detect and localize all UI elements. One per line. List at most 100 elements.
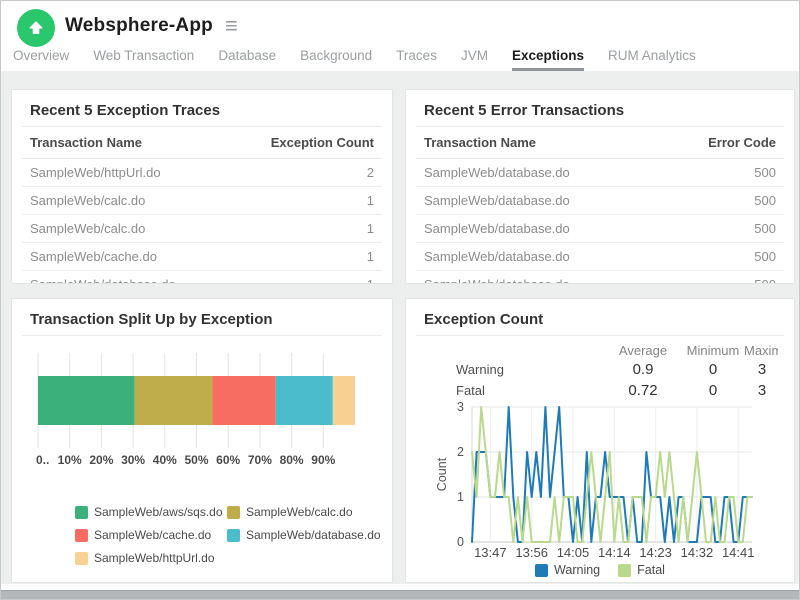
table-row: SampleWeb/httpUrl.do2	[22, 159, 382, 187]
value-cell: 1	[367, 277, 374, 284]
exception-count-line-chart: 012313:4713:5614:0514:1414:2314:3214:41C…	[406, 394, 795, 562]
tab-background[interactable]: Background	[300, 48, 372, 71]
svg-text:20%: 20%	[89, 453, 113, 467]
legend-item[interactable]: SampleWeb/database.do	[227, 528, 381, 542]
tab-jvm[interactable]: JVM	[461, 48, 488, 71]
legend-item[interactable]: SampleWeb/calc.do	[227, 505, 381, 519]
tab-traces[interactable]: Traces	[396, 48, 437, 71]
legend-swatch-icon	[227, 529, 240, 542]
svg-text:10%: 10%	[58, 453, 82, 467]
svg-text:80%: 80%	[280, 453, 304, 467]
value-cell: 500	[754, 165, 776, 180]
panel-title: Transaction Split Up by Exception	[22, 307, 382, 336]
exception-count-stats: Average Minimum Maximum Warning 0.9 0 3 …	[424, 340, 778, 401]
transaction-name-cell: SampleWeb/database.do	[424, 221, 570, 236]
up-arrow-icon	[25, 17, 47, 39]
value-cell: 2	[367, 165, 374, 180]
tab-rum-analytics[interactable]: RUM Analytics	[608, 48, 696, 71]
legend-item[interactable]: SampleWeb/cache.do	[75, 528, 227, 542]
panel-title: Recent 5 Error Transactions	[416, 98, 784, 127]
legend-item-warning[interactable]: Warning	[535, 563, 600, 577]
value-cell: 1	[367, 193, 374, 208]
panel-recent-exception-traces: Recent 5 Exception Traces Transaction Na…	[11, 89, 393, 284]
svg-text:0..: 0..	[36, 453, 49, 467]
panel-exception-count: Exception Count Average Minimum Maximum …	[405, 298, 795, 583]
column-header-exception-count: Exception Count	[271, 135, 374, 150]
line-chart-legend: Warning Fatal	[406, 563, 794, 577]
legend-label: Warning	[554, 563, 600, 577]
tab-overview[interactable]: Overview	[13, 48, 69, 71]
legend-swatch-icon	[75, 529, 88, 542]
table-row: SampleWeb/database.do500	[416, 243, 784, 271]
tab-bar: Overview Web Transaction Database Backgroun…	[13, 48, 696, 71]
column-header-error-code: Error Code	[708, 135, 776, 150]
panel-title: Exception Count	[416, 307, 784, 336]
legend-label: SampleWeb/database.do	[246, 528, 381, 542]
legend-item[interactable]: SampleWeb/httpUrl.do	[75, 551, 227, 565]
tab-exceptions[interactable]: Exceptions	[512, 48, 584, 71]
legend-item[interactable]: SampleWeb/aws/sqs.do	[75, 505, 227, 519]
error-transactions-table: Transaction Name Error Code SampleWeb/da…	[416, 127, 784, 284]
svg-text:13:56: 13:56	[515, 545, 548, 560]
table-row: SampleWeb/database.do1	[22, 271, 382, 284]
panel-transaction-split: Transaction Split Up by Exception 0.. 10%…	[11, 298, 393, 583]
table-header-row: Transaction Name Error Code	[416, 127, 784, 159]
panel-recent-error-transactions: Recent 5 Error Transactions Transaction …	[405, 89, 795, 284]
legend-swatch-icon	[75, 506, 88, 519]
svg-text:Count: Count	[435, 457, 449, 491]
svg-text:50%: 50%	[184, 453, 208, 467]
page-title: Websphere-App	[65, 15, 213, 37]
value-cell: 1	[367, 221, 374, 236]
svg-text:3: 3	[457, 400, 464, 414]
svg-text:14:23: 14:23	[639, 545, 672, 560]
value-cell: 500	[754, 277, 776, 284]
split-chart-legend: SampleWeb/aws/sqs.do SampleWeb/calc.do Sam…	[75, 505, 381, 565]
legend-label: Fatal	[637, 563, 665, 577]
value-cell: 1	[367, 249, 374, 264]
transaction-name-cell: SampleWeb/database.do	[424, 165, 570, 180]
stats-row-warning: Warning 0.9 0 3	[424, 359, 778, 380]
hamburger-menu-icon[interactable]: ≡	[225, 15, 238, 37]
value-cell: 500	[754, 221, 776, 236]
table-row: SampleWeb/database.do 500	[416, 159, 784, 187]
legend-label: SampleWeb/aws/sqs.do	[94, 505, 223, 519]
legend-swatch-icon	[535, 564, 548, 577]
table-row: SampleWeb/cache.do 1	[22, 243, 382, 271]
legend-label: SampleWeb/calc.do	[246, 505, 353, 519]
svg-text:14:32: 14:32	[681, 545, 714, 560]
legend-swatch-icon	[75, 552, 88, 565]
column-header-transaction-name: Transaction Name	[30, 135, 142, 150]
transaction-name-cell: SampleWeb/calc.do	[30, 221, 145, 236]
stats-label-warning: Warning	[424, 359, 604, 380]
svg-text:14:14: 14:14	[598, 545, 631, 560]
transaction-name-cell: SampleWeb/cache.do	[30, 249, 157, 264]
transaction-name-cell: SampleWeb/database.do	[424, 249, 570, 264]
legend-item-fatal[interactable]: Fatal	[618, 563, 665, 577]
legend-swatch-icon	[618, 564, 631, 577]
svg-text:90%: 90%	[311, 453, 335, 467]
table-row: SampleWeb/calc.do1	[22, 187, 382, 215]
table-row: SampleWeb/database.do 500	[416, 215, 784, 243]
legend-label: SampleWeb/httpUrl.do	[94, 551, 215, 565]
svg-text:40%: 40%	[153, 453, 177, 467]
horizontal-scrollbar[interactable]	[1, 590, 799, 599]
warning-minimum: 0	[682, 359, 744, 380]
tab-web-transaction[interactable]: Web Transaction	[93, 48, 194, 71]
stats-header-average: Average	[604, 340, 682, 359]
stats-header-maximum: Maximum	[744, 340, 778, 359]
tab-database[interactable]: Database	[218, 48, 276, 71]
exception-traces-table: Transaction Name Exception Count SampleW…	[22, 127, 382, 284]
table-row: SampleWeb/database.do500	[416, 187, 784, 215]
app-status-icon	[17, 9, 55, 47]
warning-maximum: 3	[744, 359, 778, 380]
transaction-split-stacked-bar-chart: 0..10%20%30%40%50%60%70%80%90%	[12, 343, 393, 483]
transaction-name-cell: SampleWeb/database.do	[424, 277, 570, 284]
svg-text:70%: 70%	[248, 453, 272, 467]
table-body: SampleWeb/httpUrl.do2SampleWeb/calc.do1S…	[22, 159, 382, 284]
svg-text:14:41: 14:41	[722, 545, 755, 560]
table-row: SampleWeb/calc.do 1	[22, 215, 382, 243]
table-body: SampleWeb/database.do 500 SampleWeb/databa…	[416, 159, 784, 284]
stats-header-row: Average Minimum Maximum	[424, 340, 778, 359]
table-row: SampleWeb/database.do 500	[416, 271, 784, 284]
svg-text:0: 0	[457, 535, 464, 549]
